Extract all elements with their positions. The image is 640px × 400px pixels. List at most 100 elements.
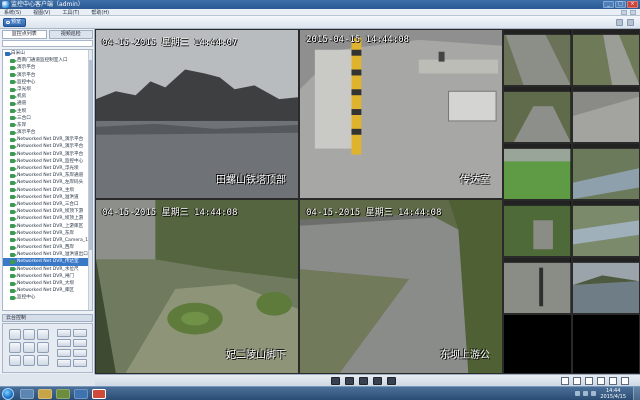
camera-tile-15[interactable] [503,314,572,374]
tree-camera-node[interactable]: 浮光坝 [3,86,92,93]
stop-all-icon[interactable] [331,377,340,385]
snapshot-icon[interactable] [345,377,354,385]
tree-camera-node[interactable]: 演示平台 [3,129,92,136]
tree-camera-node[interactable]: Networked Net DVR_大坝 [3,280,92,287]
tree-camera-node[interactable]: 三合口 [3,115,92,122]
lock-icon[interactable] [621,10,627,15]
maximize-button[interactable]: □ [615,1,626,8]
tree-camera-node[interactable]: 主坝 [3,108,92,115]
tree-camera-node[interactable]: Networked Net DVR_Camera_14 [3,237,92,244]
taskbar-clock[interactable]: 14:44 2015/4/15 [600,388,626,400]
camera-tile-13[interactable] [503,257,572,314]
settings-icon[interactable] [630,10,636,15]
user-icon[interactable] [616,19,623,26]
record-icon[interactable] [359,377,368,385]
tree-camera-node[interactable]: Networked Net DVR_主坝 [3,187,92,194]
camera-tile-12[interactable] [571,200,640,257]
menu-tools[interactable]: 工具(T) [62,9,79,16]
zoom-out-button[interactable] [73,329,87,337]
focus-near-button[interactable] [57,339,71,347]
taskbar-media-icon[interactable] [56,389,70,399]
tree-camera-node[interactable]: 演示平台 [3,64,92,71]
ptz-up-left-button[interactable] [9,329,21,340]
tree-camera-node[interactable]: Networked Net DVR_传达室 [3,258,92,266]
menu-system[interactable]: 系统(S) [4,9,21,16]
tree-camera-node[interactable]: Networked Net DVR_坝顶上游 [3,215,92,222]
layout-1x1-icon[interactable] [561,377,569,385]
tree-camera-node[interactable]: Networked Net DVR_溢洪道 [3,194,92,201]
ptz-up-right-button[interactable] [37,329,49,340]
camera-tile-7[interactable] [503,86,572,143]
tab-video-patrol[interactable]: 视频巡检 [48,30,93,39]
start-button[interactable] [2,388,14,400]
tree-camera-node[interactable]: 监控中心 [3,294,92,301]
tree-camera-node[interactable]: 通道 [3,100,92,107]
preview-button[interactable]: 预览 [3,18,26,27]
camera-tile-2[interactable]: 2015-04-15 14:44:08 传达室 [299,29,503,199]
menu-help[interactable]: 帮助(H) [91,9,109,16]
layout-custom-icon[interactable] [609,377,617,385]
search-input[interactable] [2,40,93,47]
layout-4x4-icon[interactable] [597,377,605,385]
tree-scrollbar-thumb[interactable] [89,60,92,250]
ptz-down-right-button[interactable] [37,355,49,366]
fullscreen-icon[interactable] [387,377,396,385]
tree-scrollbar[interactable] [88,50,92,310]
ptz-left-button[interactable] [9,342,21,353]
tree-camera-node[interactable]: Networked Net DVR_上游库区 [3,223,92,230]
taskbar-ie-icon[interactable] [20,389,34,399]
iris-open-button[interactable] [57,349,71,357]
tray-input-icon[interactable] [591,391,596,396]
tree-camera-node[interactable]: Networked Net DVR_溢洪道出口 [3,251,92,258]
ptz-down-left-button[interactable] [9,355,21,366]
tree-camera-node[interactable]: Networked Net DVR_坝顶下游 [3,208,92,215]
tree-camera-node[interactable]: Networked Net DVR_东岸通道 [3,172,92,179]
iris-close-button[interactable] [73,349,87,357]
tree-camera-node[interactable]: Networked Net DVR_演示平台 [3,136,92,143]
tree-root-node[interactable]: 白米山 [3,50,92,57]
tree-camera-node[interactable]: Networked Net DVR_演示平台 [3,151,92,158]
ptz-down-button[interactable] [23,355,35,366]
sound-icon[interactable] [373,377,382,385]
tray-volume-icon[interactable] [583,391,588,396]
tree-camera-node[interactable]: 东岸 [3,122,92,129]
tree-camera-node[interactable]: Networked Net DVR_演示平台 [3,143,92,150]
layout-2x2-icon[interactable] [573,377,581,385]
ptz-right-button[interactable] [37,342,49,353]
ptz-up-button[interactable] [23,329,35,340]
tree-camera-node[interactable]: Networked Net DVR_闸门 [3,273,92,280]
camera-tile-14[interactable] [571,257,640,314]
tree-camera-node[interactable]: Networked Net DVR_东岸 [3,230,92,237]
tree-camera-node[interactable]: 西南门通道监控制室入口 [3,57,92,64]
taskbar-explorer-icon[interactable] [38,389,52,399]
taskbar-monitor-client-icon[interactable] [92,389,106,399]
tree-camera-node[interactable]: Networked Net DVR_西岸 [3,244,92,251]
layout-more-icon[interactable] [621,377,629,385]
camera-tile-6[interactable] [571,29,640,86]
ptz-auto-button[interactable] [23,342,35,353]
tree-camera-node[interactable]: Networked Net DVR_水位尺 [3,266,92,273]
tree-camera-node[interactable]: Networked Net DVR_左岸码头 [3,179,92,186]
camera-tile-10[interactable] [571,143,640,200]
tree-camera-node[interactable]: 机房 [3,93,92,100]
show-desktop-button[interactable] [633,387,640,400]
wiper-button[interactable] [73,359,87,367]
tree-camera-node[interactable]: Networked Net DVR_监控中心 [3,158,92,165]
camera-tile-16[interactable] [571,314,640,374]
minimize-button[interactable]: _ [603,1,614,8]
camera-tile-3[interactable]: 04-15-2015 星期三 14:44:08 妃二陵山脚下 [95,199,299,374]
camera-tile-11[interactable] [503,200,572,257]
camera-tile-8[interactable] [571,86,640,143]
camera-tile-4[interactable]: 04-15-2015 星期三 14:44:08 东坝上游公 [299,199,503,374]
close-button[interactable]: × [627,1,638,8]
tray-network-icon[interactable] [575,391,580,396]
camera-tile-1[interactable]: 04-15-2015 星期三 14:44:07 田螺山铁塔顶部 [95,29,299,199]
tree-camera-node[interactable]: Networked Net DVR_浮光坝 [3,165,92,172]
camera-tile-9[interactable] [503,143,572,200]
fullscreen-icon[interactable] [627,19,634,26]
zoom-in-button[interactable] [57,329,71,337]
layout-3x3-icon[interactable] [585,377,593,385]
tree-camera-node[interactable]: 监控中心 [3,79,92,86]
tree-camera-node[interactable]: Networked Net DVR_三合口 [3,201,92,208]
tab-camera-list[interactable]: 监控点列表 [2,30,47,39]
